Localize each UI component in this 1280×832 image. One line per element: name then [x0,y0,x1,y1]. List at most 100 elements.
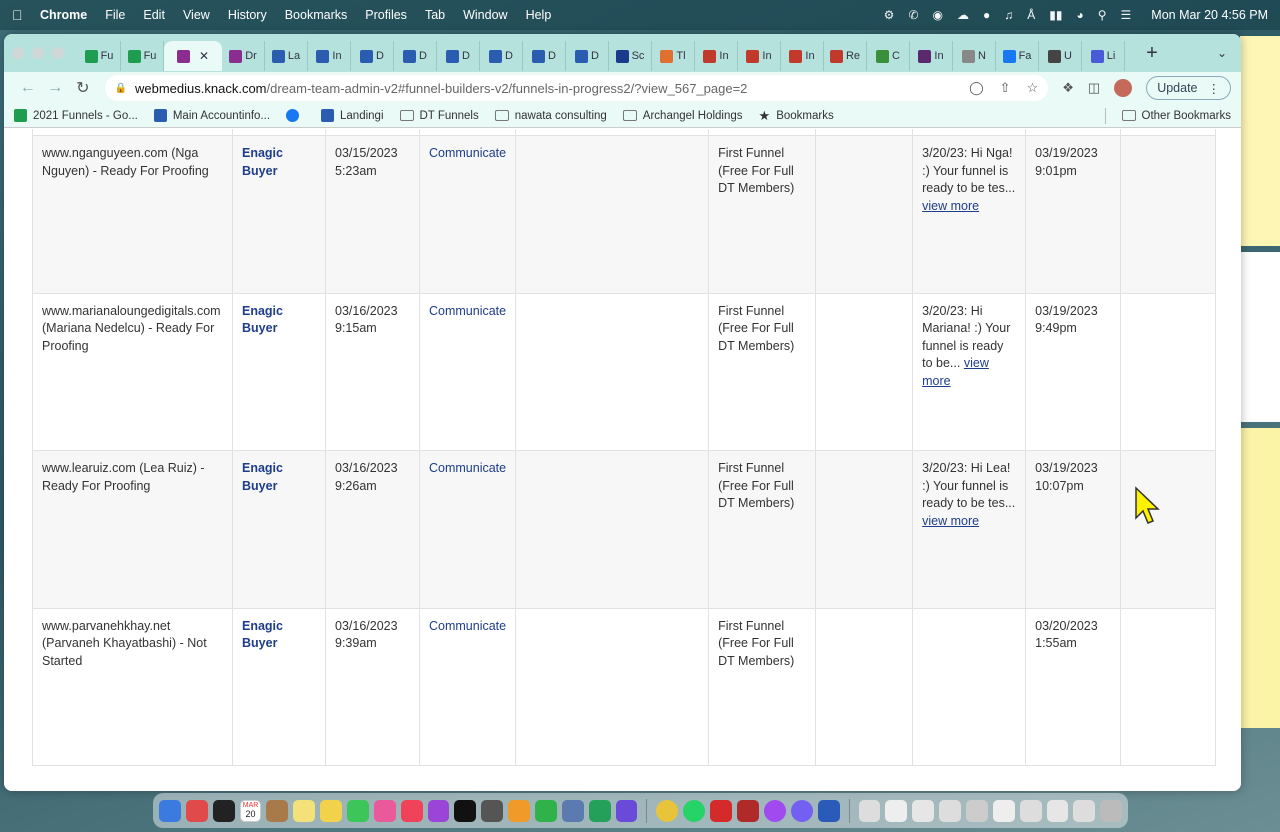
photos-icon[interactable] [373,799,396,822]
update-button[interactable]: Update ⋮ [1146,76,1231,100]
sheets-app-icon[interactable] [588,799,611,822]
minimized-window-6[interactable] [992,799,1015,822]
minimized-window-7[interactable] [1019,799,1042,822]
green-shield-app-icon[interactable] [535,799,557,822]
other-bookmarks[interactable]: Other Bookmarks [1142,110,1231,122]
lens-icon[interactable]: ◯ [969,80,984,96]
browser-tab[interactable]: Fa [996,41,1039,71]
finder-icon[interactable] [159,799,181,822]
viber-icon[interactable]: ✆ [908,8,918,22]
communicate-link[interactable]: Communicate [418,607,517,766]
minimized-window-9[interactable] [1073,799,1096,822]
communicate-link[interactable]: Communicate [418,292,517,451]
browser-tab[interactable]: D [566,41,609,71]
menu-help[interactable]: Help [526,8,552,22]
browser-tab[interactable]: Re [824,41,867,71]
bookmark-item[interactable]: Archangel Holdings [622,108,743,124]
wifi-icon[interactable]: ◕ [1076,8,1083,22]
spotlight-search-icon[interactable]: ⚲ [1098,8,1107,22]
pdf-app-icon[interactable] [737,799,759,822]
browser-tab[interactable]: Tl [652,41,695,71]
zoom-window-button[interactable] [52,47,64,59]
forward-button[interactable]: → [42,79,70,97]
browser-tab[interactable]: Fu [78,41,121,71]
bookmark-item[interactable]: Main Accountinfo... [153,108,270,124]
browser-tab[interactable]: U [1039,41,1082,71]
notes-icon[interactable] [293,799,316,822]
reload-button[interactable]: ↻ [69,78,97,98]
b-app-icon[interactable]: ● [983,8,990,22]
lock-icon[interactable]: 🔒 [115,83,127,94]
browser-tab[interactable]: Sc [609,41,652,71]
close-tab-icon[interactable]: ✕ [199,49,209,63]
menu-file[interactable]: File [105,8,125,22]
app-store-icon[interactable] [508,799,531,822]
browser-tab[interactable]: D [351,41,394,71]
minimized-window-2[interactable] [885,799,908,822]
new-tab-button[interactable]: + [1137,42,1167,65]
grammarly-icon[interactable]: ◉ [933,8,943,22]
cell-buyer-link[interactable]: Enagic Buyer [232,135,326,294]
browser-tab[interactable]: D [523,41,566,71]
bookmark-star-icon[interactable]: ☆ [1027,80,1039,96]
browser-tab[interactable]: In [738,41,781,71]
settings-gear-icon[interactable]: ⚙ [884,8,895,22]
communicate-link[interactable]: Communicate [418,135,517,294]
side-panel-icon[interactable]: ◫ [1088,80,1100,96]
menu-edit[interactable]: Edit [143,8,165,22]
mission-control-icon[interactable] [212,799,235,822]
star-app-icon[interactable] [615,799,638,822]
trash-icon[interactable] [1100,799,1123,822]
browser-tab[interactable]: Li [1082,41,1125,71]
menu-window[interactable]: Window [463,8,507,22]
menubar-clock[interactable]: Mon Mar 20 4:56 PM [1151,8,1268,22]
minimized-window-1[interactable] [858,799,881,822]
browser-tab[interactable]: In [695,41,738,71]
calendar-icon[interactable]: MAR 20 [239,799,262,822]
launchpad-icon[interactable] [185,799,208,822]
address-bar[interactable]: 🔒 webmedius.knack.com/dream-team-admin-v… [104,75,1049,101]
bookmark-item[interactable]: nawata consulting [494,108,607,124]
minimized-window-4[interactable] [939,799,961,822]
apple-tv-icon[interactable] [454,799,477,822]
bookmark-item[interactable] [286,108,305,124]
podcasts-icon[interactable] [427,799,450,822]
browser-tab[interactable]: C [867,41,910,71]
bookmark-item[interactable]: DT Funnels [399,108,479,124]
close-window-button[interactable] [12,47,24,59]
messenger-icon[interactable] [763,799,786,822]
whatsapp-icon[interactable] [683,799,706,822]
browser-tab[interactable]: D [394,41,437,71]
browser-tab[interactable]: ✕ [164,41,222,71]
minimized-window-5[interactable] [965,799,988,822]
preview-icon[interactable] [561,799,584,822]
minimized-window-8[interactable] [1046,799,1069,822]
minimize-window-button[interactable] [32,47,44,59]
browser-tab[interactable]: N [953,41,996,71]
menu-profiles[interactable]: Profiles [365,8,407,22]
battery-icon[interactable]: ▮▮ [1049,8,1062,22]
browser-tab[interactable]: La [265,41,308,71]
notes-brown-icon[interactable] [266,799,289,822]
view-more-link[interactable]: view more [922,514,979,528]
back-button[interactable]: ← [14,79,42,97]
viber-dock-icon[interactable] [790,799,813,822]
menu-tab[interactable]: Tab [425,8,445,22]
cloud-sync-icon[interactable]: ☁ [957,8,969,22]
word-icon[interactable] [817,799,840,822]
facetime-icon[interactable] [347,799,369,822]
browser-tab[interactable]: D [480,41,523,71]
bluetooth-icon[interactable]: Å [1027,8,1035,22]
profile-avatar[interactable] [1114,79,1133,97]
chrome-icon[interactable] [656,799,679,822]
view-more-link[interactable]: view more [922,199,979,213]
browser-tab[interactable]: In [308,41,351,71]
cell-buyer-link[interactable]: Enagic Buyer [232,607,326,766]
tab-search-chevron-icon[interactable]: ⌄ [1217,46,1227,60]
kebab-menu-icon[interactable]: ⋮ [1208,81,1221,96]
apple-menu-icon[interactable]:  [12,7,40,23]
system-settings-icon[interactable] [481,799,504,822]
browser-tab[interactable]: D [437,41,480,71]
browser-tab[interactable]: In [781,41,824,71]
menu-app-name[interactable]: Chrome [40,8,87,22]
